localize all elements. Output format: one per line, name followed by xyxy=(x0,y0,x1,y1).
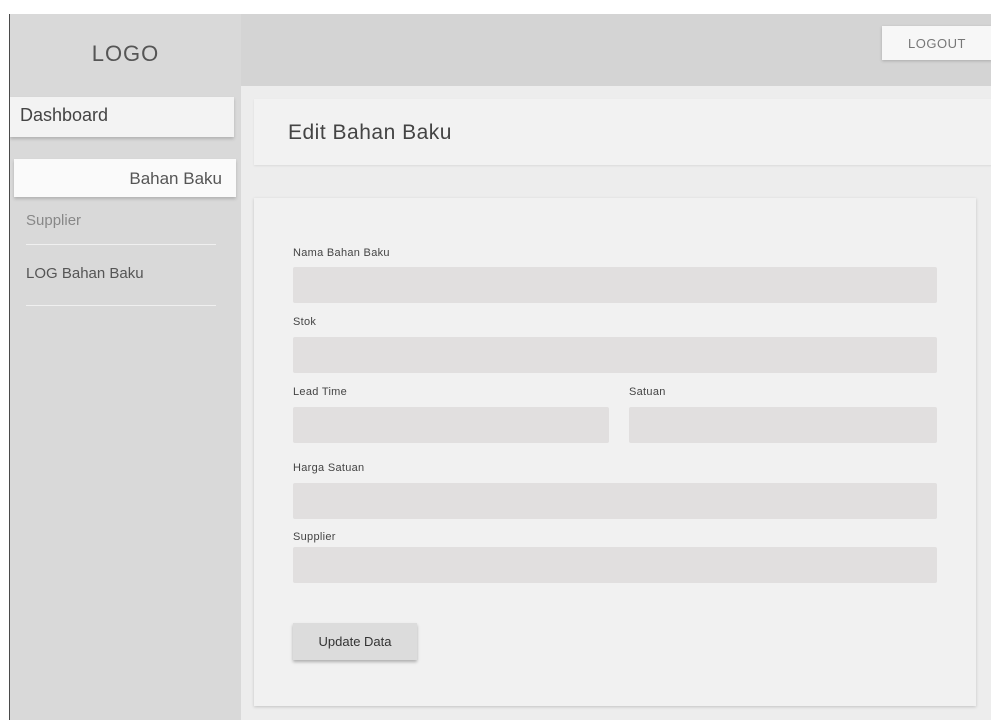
sidebar-item-bahan-baku[interactable]: Bahan Baku xyxy=(14,159,236,197)
stok-label: Stok xyxy=(293,316,317,328)
nama-bahan-baku-label: Nama Bahan Baku xyxy=(293,247,390,259)
supplier-label: Supplier xyxy=(293,531,336,543)
lead-time-label: Lead Time xyxy=(293,386,348,398)
app-logo: LOGO xyxy=(91,41,160,66)
satuan-input[interactable] xyxy=(629,407,937,443)
nama-bahan-baku-input[interactable] xyxy=(293,267,937,303)
page-title: Edit Bahan Baku xyxy=(288,121,452,144)
harga-satuan-input[interactable] xyxy=(293,483,937,519)
top-bar: LOGOUT xyxy=(241,14,991,86)
edit-form: Nama Bahan Baku Stok Lead Time Satuan Ha… xyxy=(254,198,976,706)
page-title-card: Edit Bahan Baku xyxy=(254,99,991,165)
sidebar-item-supplier[interactable]: Supplier xyxy=(26,212,216,245)
satuan-label: Satuan xyxy=(629,386,666,398)
sidebar-item-dashboard[interactable]: Dashboard xyxy=(10,97,234,137)
logout-button[interactable]: LOGOUT xyxy=(882,26,991,60)
sidebar-item-log-bahan-baku[interactable]: LOG Bahan Baku xyxy=(26,265,216,306)
sidebar: LOGO Dashboard Bahan Baku Supplier LOG B… xyxy=(10,14,241,720)
stok-input[interactable] xyxy=(293,337,937,373)
supplier-input[interactable] xyxy=(293,547,937,583)
update-data-button[interactable]: Update Data xyxy=(293,623,417,660)
harga-satuan-label: Harga Satuan xyxy=(293,462,365,474)
app-frame: LOGO Dashboard Bahan Baku Supplier LOG B… xyxy=(9,14,991,720)
lead-time-input[interactable] xyxy=(293,407,609,443)
